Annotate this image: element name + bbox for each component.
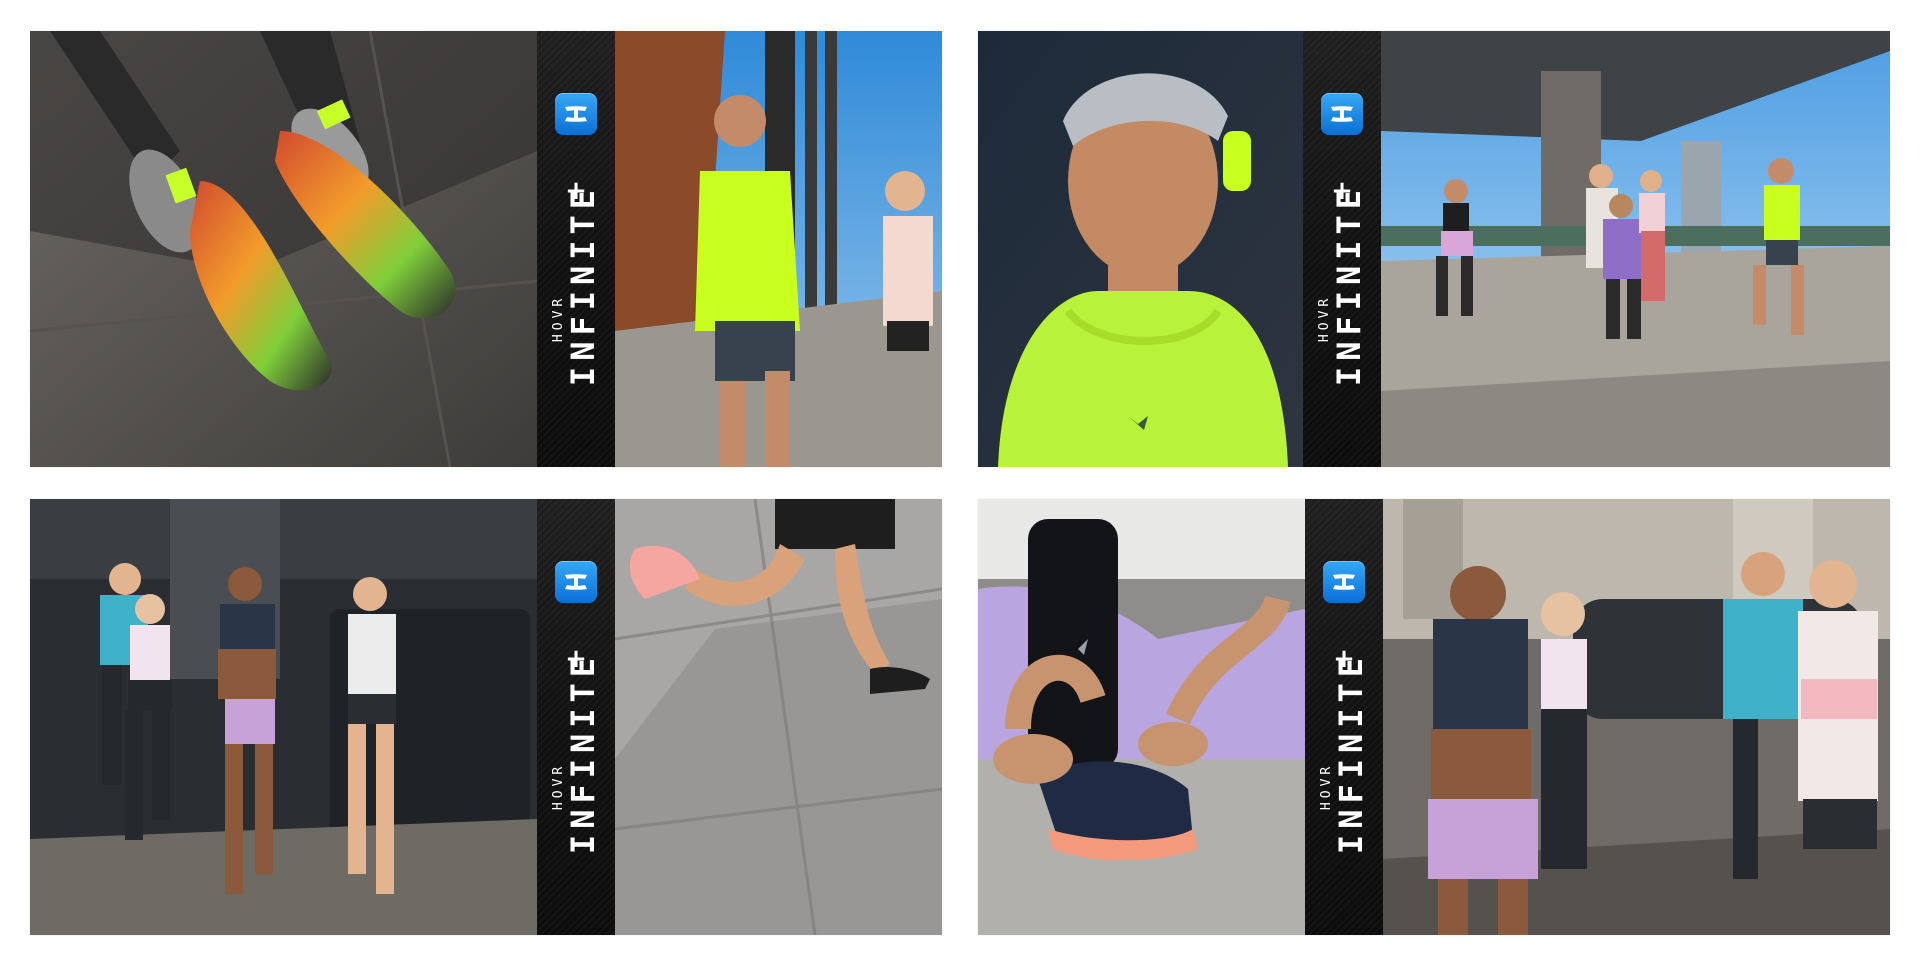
shoes-on-pavement-photo	[30, 31, 537, 467]
product-model-label: INFINITE	[564, 183, 602, 386]
under-armour-logo-icon	[1321, 93, 1363, 135]
under-armour-logo-icon	[555, 561, 597, 603]
tying-shoe-photo	[978, 499, 1305, 935]
hovr-infinite-banner: HOVR INFINITE +	[1303, 31, 1381, 467]
ad-card-4: HOVR INFINITE +	[978, 499, 1890, 935]
ad-card-2: HOVR INFINITE +	[978, 31, 1890, 467]
under-armour-logo-icon	[555, 93, 597, 135]
plus-mark: +	[1331, 176, 1353, 206]
page: HOVR INFINITE + HOVR INFINITE + HOVR INF…	[0, 0, 1920, 961]
ad-card-1: HOVR INFINITE +	[30, 31, 942, 467]
hovr-infinite-banner: HOVR INFINITE +	[1305, 499, 1383, 935]
hovr-infinite-banner: HOVR INFINITE +	[537, 31, 615, 467]
group-running-street-photo	[30, 499, 537, 935]
runners-on-bridge-photo	[615, 31, 942, 467]
product-model-label: INFINITE	[1330, 183, 1368, 386]
ad-card-3: HOVR INFINITE +	[30, 499, 942, 935]
group-running-under-overpass-photo	[1381, 31, 1890, 467]
group-running-city-photo	[1383, 499, 1890, 935]
plus-mark: +	[1333, 644, 1355, 674]
product-model-label: INFINITE	[564, 651, 602, 854]
runner-portrait-photo	[978, 31, 1303, 467]
under-armour-logo-icon	[1323, 561, 1365, 603]
running-legs-sidewalk-photo	[615, 499, 942, 935]
plus-mark: +	[565, 644, 587, 674]
hovr-infinite-banner: HOVR INFINITE +	[537, 499, 615, 935]
product-model-label: INFINITE	[1332, 651, 1370, 854]
plus-mark: +	[565, 176, 587, 206]
